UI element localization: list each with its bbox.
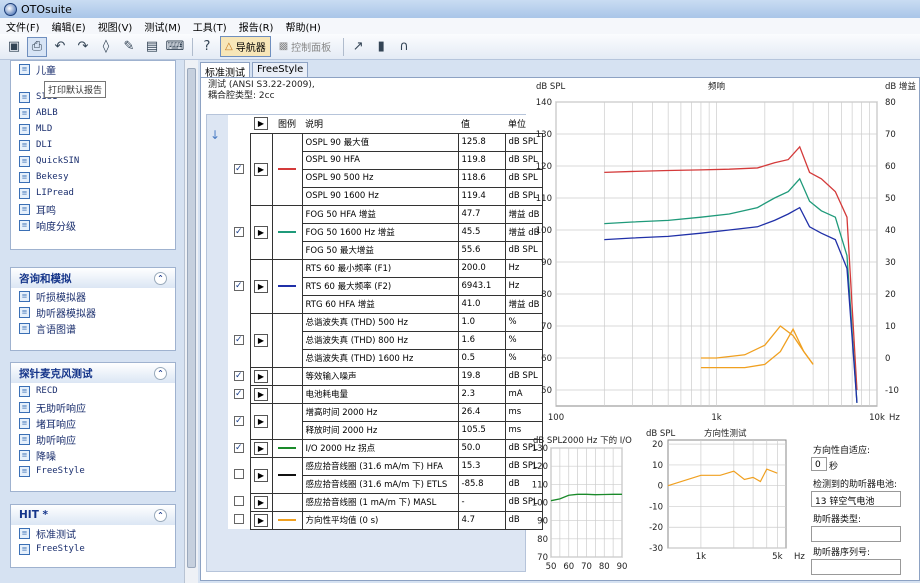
y-tick-label: 10 [652,461,663,471]
y-tick-label: 100 [532,499,548,509]
y-tick-label: 90 [537,517,548,527]
serial-field[interactable] [811,559,901,575]
frequency-response-chart: 50 -10 60 0 70 10 80 20 90 30 100 40 110 50 120 60 130 70… [536,81,917,423]
serial-label: 助听器序列号: [813,548,871,558]
y-tick-label: 100 [536,226,552,236]
x-unit-label: Hz [889,413,900,423]
type-field[interactable] [811,526,901,542]
battery-field[interactable]: 13 锌空气电池 [811,491,901,507]
right-tick-label: 0 [885,354,890,364]
y-tick-label: 80 [537,535,548,545]
y-axis-label: dB SPL [646,429,675,439]
x-tick-label: 50 [546,562,557,572]
right-tick-label: 10 [885,322,896,332]
x-tick-label: 90 [617,562,628,572]
y-tick-label: 110 [536,194,552,204]
y-tick-label: -20 [649,523,663,533]
directional-chart: -30 -20 -10 0 10 20 1k 5k Hz dB SPL 方向性测试 [646,428,805,562]
right-tick-label: 20 [885,290,896,300]
chart-title: 方向性测试 [704,428,747,439]
x-unit-label: Hz [794,552,805,562]
x-tick-label: 70 [581,562,592,572]
y-tick-label: 60 [541,354,552,364]
x-tick-label: 5k [772,552,782,562]
x-tick-label: 100 [548,413,564,423]
y-axis-label: dB SPL [536,82,565,92]
battery-label: 检测到的助听器电池: [813,480,898,490]
right-tick-label: 30 [885,258,896,268]
x-tick-label: 10k [869,413,885,423]
y-tick-label: 130 [536,130,552,140]
x-tick-label: 1k [696,552,706,562]
right-tick-label: 70 [885,130,896,140]
x-tick-label: 60 [563,562,574,572]
y-tick-label: 80 [541,290,552,300]
y-tick-label: 50 [541,386,552,396]
adaptive-label: 方向性自适应: [813,446,871,456]
chart-title: dB SPL2000 Hz 下的 I/O [533,435,632,446]
plot-area [667,439,787,549]
right-tick-label: 60 [885,162,896,172]
y-tick-label: -10 [649,502,663,512]
y-tick-label: 120 [536,162,552,172]
y-tick-label: 90 [541,258,552,268]
charts-svg: 50 -1060 070 1080 2090 30100 40110 50120 60130 70… [532,81,917,572]
type-label: 助听器类型: [813,515,862,525]
x-tick-label: 80 [599,562,610,572]
right-tick-label: -10 [885,386,899,396]
y-tick-label: 70 [541,322,552,332]
right-axis-label: dB 增益 [885,81,916,92]
right-tick-label: 50 [885,194,896,204]
adaptive-unit: 秒 [829,462,839,472]
right-tick-label: 80 [885,98,896,108]
y-tick-label: 120 [532,462,548,472]
y-tick-label: 20 [652,440,663,450]
y-tick-label: 110 [532,480,548,490]
right-tick-label: 40 [885,226,896,236]
chart-title: 频响 [708,81,725,92]
y-tick-label: -30 [649,544,663,554]
y-tick-label: 0 [658,482,663,492]
y-tick-label: 140 [536,98,552,108]
io-chart: 70809010011012013050 60 70 80 90dB SPL2000 H… [532,435,632,572]
x-tick-label: 1k [711,413,721,423]
adaptive-input[interactable]: 0 [811,457,827,471]
